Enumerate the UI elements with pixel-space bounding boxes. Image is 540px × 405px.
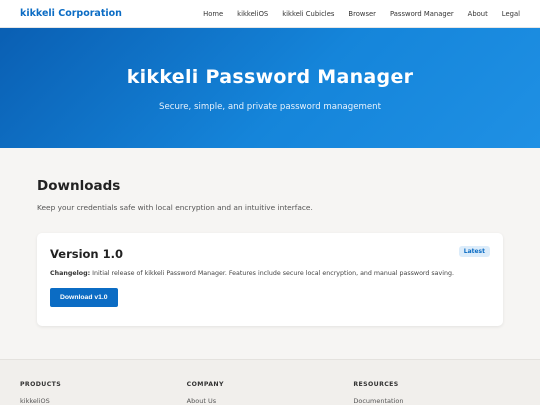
downloads-subtitle: Keep your credentials safe with local en… xyxy=(37,203,313,212)
footer-link[interactable]: Documentation xyxy=(353,397,520,405)
hero-subtitle: Secure, simple, and private password man… xyxy=(159,102,381,112)
nav-link-browser[interactable]: Browser xyxy=(348,10,376,18)
nav-link-legal[interactable]: Legal xyxy=(502,10,520,18)
hero-banner: kikkeli Password Manager Secure, simple,… xyxy=(0,28,540,148)
footer-column-resources: RESOURCES Documentation xyxy=(353,381,520,405)
version-title: Version 1.0 xyxy=(50,247,123,261)
nav-link-about[interactable]: About xyxy=(468,10,488,18)
downloads-section: Downloads Keep your credentials safe wit… xyxy=(0,148,540,359)
footer-column-company: COMPANY About Us xyxy=(187,381,354,405)
top-navbar: kikkeli Corporation Home kikkeliOS kikke… xyxy=(0,0,540,28)
brand-logo[interactable]: kikkeli Corporation xyxy=(20,8,122,19)
footer-link[interactable]: kikkeliOS xyxy=(20,397,187,405)
release-card: Version 1.0 Latest Changelog: Initial re… xyxy=(37,233,503,326)
download-button[interactable]: Download v1.0 xyxy=(50,288,118,307)
latest-badge: Latest xyxy=(458,246,490,257)
nav-link-password-manager[interactable]: Password Manager xyxy=(390,10,454,18)
footer-link[interactable]: About Us xyxy=(187,397,354,405)
nav-link-home[interactable]: Home xyxy=(203,10,223,18)
footer: PRODUCTS kikkeliOS COMPANY About Us RESO… xyxy=(0,359,540,405)
footer-column-title: RESOURCES xyxy=(353,381,399,388)
footer-column-title: PRODUCTS xyxy=(20,381,62,388)
footer-column-title: COMPANY xyxy=(186,381,224,388)
changelog-text: Initial release of kikkeli Password Mana… xyxy=(90,270,455,277)
changelog: Changelog: Initial release of kikkeli Pa… xyxy=(50,270,490,277)
downloads-heading: Downloads xyxy=(37,178,121,194)
nav-link-kikkelios[interactable]: kikkeliOS xyxy=(237,10,268,18)
nav-link-cubicles[interactable]: kikkeli Cubicles xyxy=(282,10,334,18)
nav-links: Home kikkeliOS kikkeli Cubicles Browser … xyxy=(189,10,520,18)
footer-column-products: PRODUCTS kikkeliOS xyxy=(20,381,187,405)
changelog-label: Changelog: xyxy=(50,270,91,277)
hero-title: kikkeli Password Manager xyxy=(126,66,414,88)
